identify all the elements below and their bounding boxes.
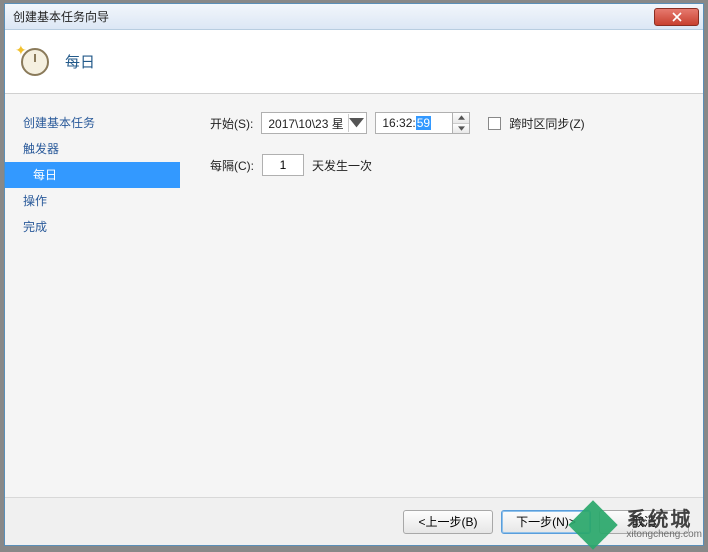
close-button[interactable] (654, 8, 699, 26)
interval-input[interactable] (262, 154, 304, 176)
timezone-sync-label: 跨时区同步(Z) (509, 115, 584, 132)
wizard-header: ✦ 每日 (5, 30, 703, 94)
sidebar-item-finish[interactable]: 完成 (5, 214, 180, 240)
content-pane: 开始(S): 2017\10\23 星 16:32:59 (180, 94, 703, 497)
sidebar: 创建基本任务 触发器 每日 操作 完成 (5, 94, 180, 497)
interval-suffix: 天发生一次 (312, 157, 372, 174)
window-title: 创建基本任务向导 (13, 8, 654, 25)
close-icon (672, 12, 682, 22)
date-value: 2017\10\23 星 (268, 115, 343, 132)
chevron-down-icon (458, 126, 465, 131)
time-hours: 16 (382, 116, 395, 130)
back-button[interactable]: <上一步(B) (403, 510, 493, 534)
titlebar: 创建基本任务向导 (5, 4, 703, 30)
date-picker[interactable]: 2017\10\23 星 (261, 112, 367, 134)
page-title: 每日 (65, 51, 95, 72)
sidebar-item-daily[interactable]: 每日 (5, 162, 180, 188)
date-dropdown-button[interactable] (348, 114, 364, 132)
chevron-down-icon (349, 118, 364, 127)
next-button[interactable]: 下一步(N)> (501, 510, 591, 534)
start-row: 开始(S): 2017\10\23 星 16:32:59 (210, 112, 693, 134)
time-spinner (452, 112, 470, 134)
clock-icon: ✦ (19, 46, 51, 78)
sidebar-item-trigger[interactable]: 触发器 (5, 136, 180, 162)
time-picker[interactable]: 16:32:59 (375, 112, 453, 134)
time-minutes: 32 (399, 116, 412, 130)
time-seconds: 59 (416, 116, 431, 130)
wizard-footer: <上一步(B) 下一步(N)> 取消 (5, 497, 703, 545)
timezone-sync-checkbox[interactable] (488, 117, 501, 130)
cancel-button[interactable]: 取消 (599, 510, 689, 534)
sidebar-item-action[interactable]: 操作 (5, 188, 180, 214)
spinner-up[interactable] (453, 113, 469, 124)
chevron-up-icon (458, 115, 465, 120)
interval-row: 每隔(C): 天发生一次 (210, 154, 693, 176)
wizard-body: 创建基本任务 触发器 每日 操作 完成 开始(S): 2017\10\23 星 … (5, 94, 703, 497)
interval-label: 每隔(C): (210, 157, 254, 174)
start-label: 开始(S): (210, 115, 253, 132)
sidebar-item-create-task[interactable]: 创建基本任务 (5, 110, 180, 136)
spinner-down[interactable] (453, 124, 469, 134)
wizard-window: 创建基本任务向导 ✦ 每日 创建基本任务 触发器 每日 操作 完成 开始(S):… (4, 3, 704, 546)
